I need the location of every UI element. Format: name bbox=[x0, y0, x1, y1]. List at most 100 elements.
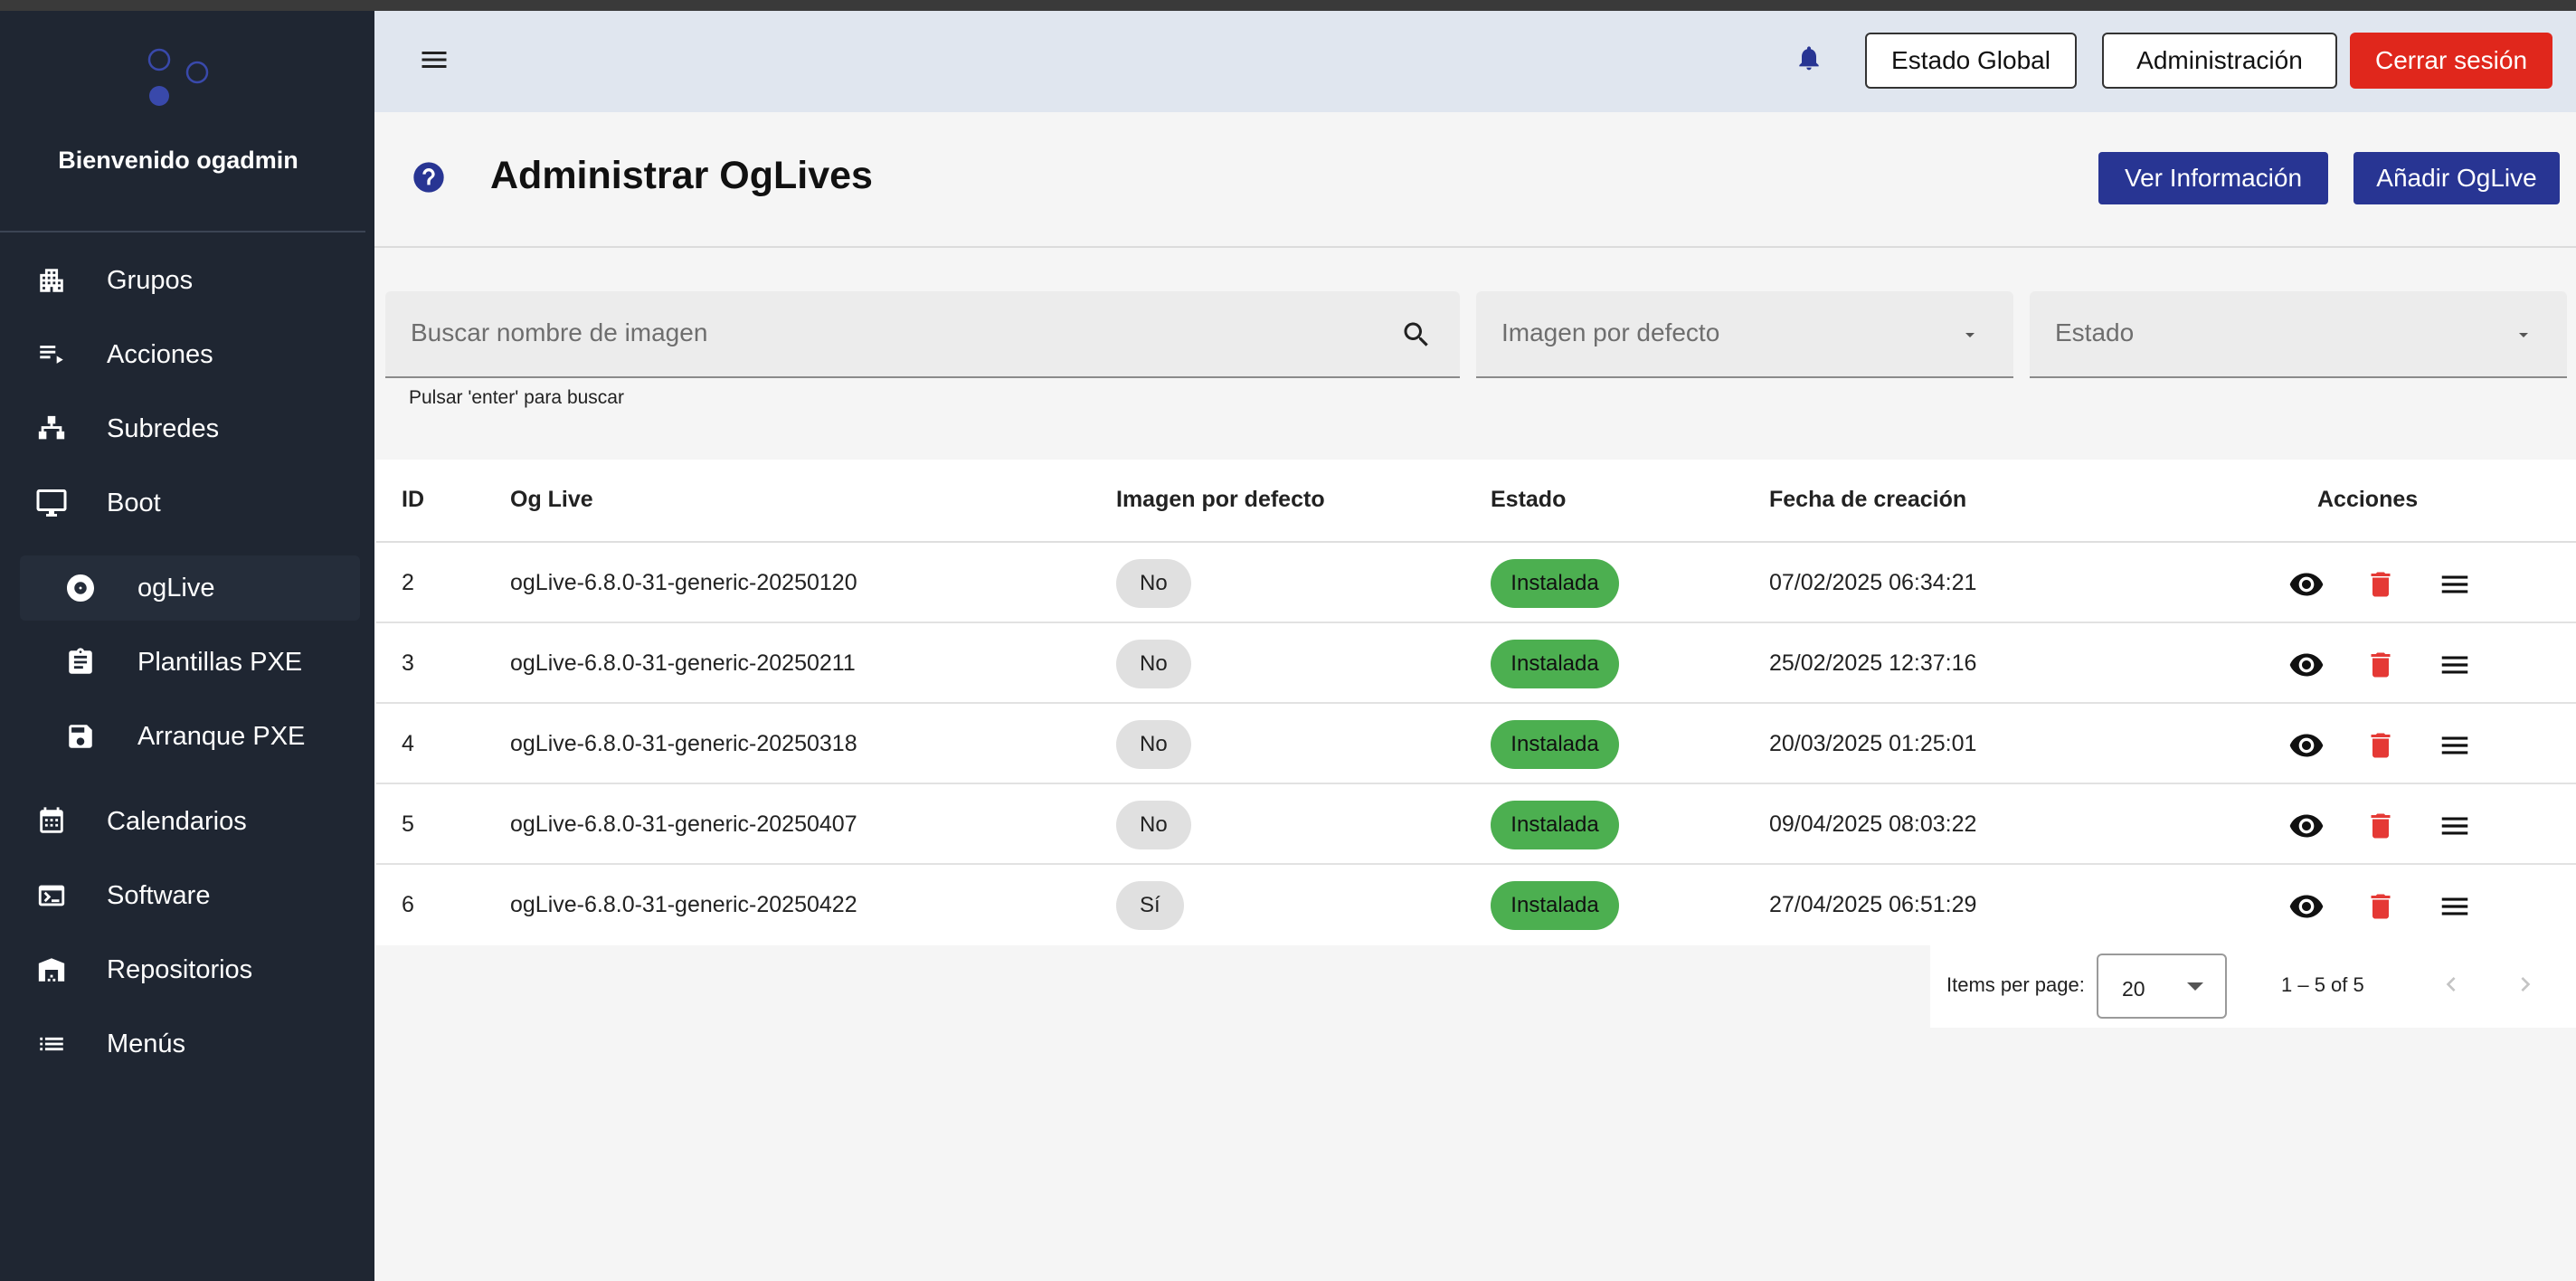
sidebar-item-label: Repositorios bbox=[107, 954, 253, 984]
sidebar-item-acciones[interactable]: Acciones bbox=[0, 322, 365, 387]
cell-created: 25/02/2025 12:37:16 bbox=[1769, 650, 1977, 676]
table-row: 3 ogLive-6.8.0-31-generic-20250211 No In… bbox=[376, 623, 2576, 704]
help-icon[interactable] bbox=[411, 159, 447, 195]
more-menu-icon[interactable] bbox=[2435, 565, 2475, 604]
view-eye-icon[interactable] bbox=[2287, 565, 2326, 604]
items-per-page-label: Items per page: bbox=[1946, 973, 2085, 996]
floppy-save-icon bbox=[63, 719, 98, 754]
sidebar-item-menus[interactable]: Menús bbox=[0, 1011, 365, 1077]
next-page-chevron-right-icon[interactable] bbox=[2505, 964, 2545, 1004]
table-row: 2 ogLive-6.8.0-31-generic-20250120 No In… bbox=[376, 543, 2576, 623]
cell-id: 3 bbox=[402, 650, 414, 676]
view-eye-icon[interactable] bbox=[2287, 645, 2326, 685]
status-badge: Instalada bbox=[1491, 640, 1619, 688]
sidebar-item-label: Menús bbox=[107, 1029, 186, 1058]
previous-page-chevron-left-icon[interactable] bbox=[2431, 964, 2471, 1004]
column-header-default-image[interactable]: Imagen por defecto bbox=[1116, 487, 1325, 513]
sidebar-item-grupos[interactable]: Grupos bbox=[0, 248, 365, 313]
sidebar-item-label: Arranque PXE bbox=[137, 721, 306, 751]
status-badge: Instalada bbox=[1491, 559, 1619, 608]
cerrar-sesion-button[interactable]: Cerrar sesión bbox=[2350, 33, 2552, 89]
status-select[interactable]: Estado bbox=[2030, 291, 2567, 378]
delete-trash-icon[interactable] bbox=[2361, 565, 2401, 604]
welcome-text: Bienvenido ogadmin bbox=[58, 147, 298, 174]
more-menu-icon[interactable] bbox=[2435, 806, 2475, 846]
sidebar-item-label: Grupos bbox=[107, 265, 194, 295]
more-menu-icon[interactable] bbox=[2435, 645, 2475, 685]
search-placeholder: Buscar nombre de imagen bbox=[411, 318, 708, 346]
column-header-actions: Acciones bbox=[2317, 487, 2419, 512]
disc-icon bbox=[63, 571, 98, 605]
column-header-id[interactable]: ID bbox=[402, 487, 424, 513]
sidebar-item-software[interactable]: Software bbox=[0, 863, 365, 928]
cell-oglive: ogLive-6.8.0-31-generic-20250120 bbox=[510, 570, 857, 595]
table-paginator: Items per page: 20 1 – 5 of 5 bbox=[1930, 941, 2576, 1028]
hamburger-menu-icon[interactable] bbox=[418, 43, 450, 76]
clipboard-icon bbox=[63, 645, 98, 679]
cell-oglive: ogLive-6.8.0-31-generic-20250407 bbox=[510, 811, 857, 837]
column-header-created[interactable]: Fecha de creación bbox=[1769, 487, 1966, 513]
cell-created: 20/03/2025 01:25:01 bbox=[1769, 731, 1977, 756]
sidebar: Bienvenido ogadmin Grupos Acciones Subre… bbox=[0, 11, 374, 1281]
sidebar-item-calendarios[interactable]: Calendarios bbox=[0, 789, 365, 854]
sidebar-item-label: Software bbox=[107, 880, 211, 910]
page-title: Administrar OgLives bbox=[490, 154, 873, 197]
default-badge: No bbox=[1116, 801, 1191, 849]
cell-oglive: ogLive-6.8.0-31-generic-20250422 bbox=[510, 892, 857, 917]
status-badge: Instalada bbox=[1491, 801, 1619, 849]
oglive-table: ID Og Live Imagen por defecto Estado Fec… bbox=[376, 460, 2576, 945]
sidebar-item-subredes[interactable]: Subredes bbox=[0, 396, 365, 461]
estado-global-button[interactable]: Estado Global bbox=[1865, 33, 2077, 89]
status-badge: Instalada bbox=[1491, 720, 1619, 769]
default-badge: Sí bbox=[1116, 881, 1184, 930]
delete-trash-icon[interactable] bbox=[2361, 806, 2401, 846]
view-eye-icon[interactable] bbox=[2287, 887, 2326, 926]
default-image-select[interactable]: Imagen por defecto bbox=[1476, 291, 2013, 378]
title-divider bbox=[374, 246, 2576, 248]
notifications-bell-icon[interactable] bbox=[1795, 43, 1831, 80]
top-header: Estado Global Administración Cerrar sesi… bbox=[374, 11, 2576, 112]
column-header-status[interactable]: Estado bbox=[1491, 487, 1566, 513]
items-per-page-select[interactable]: 20 bbox=[2097, 954, 2227, 1019]
monitor-icon bbox=[34, 486, 69, 520]
delete-trash-icon[interactable] bbox=[2361, 887, 2401, 926]
more-menu-icon[interactable] bbox=[2435, 726, 2475, 765]
administracion-button[interactable]: Administración bbox=[2102, 33, 2337, 89]
warehouse-icon bbox=[34, 953, 69, 987]
ver-informacion-button[interactable]: Ver Información bbox=[2098, 152, 2328, 204]
dropdown-arrow-icon bbox=[2505, 317, 2542, 353]
sidebar-item-oglive[interactable]: ogLive bbox=[20, 555, 360, 621]
sidebar-item-label: ogLive bbox=[137, 573, 215, 603]
sidebar-item-arranque-pxe[interactable]: Arranque PXE bbox=[0, 704, 365, 769]
view-eye-icon[interactable] bbox=[2287, 806, 2326, 846]
cell-id: 4 bbox=[402, 731, 414, 756]
dropdown-arrow-icon bbox=[2187, 982, 2203, 991]
table-row: 5 ogLive-6.8.0-31-generic-20250407 No In… bbox=[376, 784, 2576, 865]
cell-id: 6 bbox=[402, 892, 414, 917]
search-icon[interactable] bbox=[1398, 317, 1435, 353]
sidebar-item-label: Boot bbox=[107, 488, 161, 517]
sidebar-item-label: Plantillas PXE bbox=[137, 647, 303, 677]
column-header-oglive[interactable]: Og Live bbox=[510, 487, 593, 513]
default-badge: No bbox=[1116, 559, 1191, 608]
status-placeholder: Estado bbox=[2055, 318, 2135, 346]
sidebar-item-label: Subredes bbox=[107, 413, 220, 443]
sidebar-item-plantillas-pxe[interactable]: Plantillas PXE bbox=[0, 630, 365, 695]
default-image-placeholder: Imagen por defecto bbox=[1501, 318, 1720, 346]
sidebar-item-label: Acciones bbox=[107, 339, 213, 369]
search-input[interactable]: Buscar nombre de imagen bbox=[385, 291, 1460, 378]
sidebar-item-boot[interactable]: Boot bbox=[0, 470, 365, 536]
view-eye-icon[interactable] bbox=[2287, 726, 2326, 765]
groups-building-icon bbox=[34, 263, 69, 298]
delete-trash-icon[interactable] bbox=[2361, 726, 2401, 765]
dropdown-arrow-icon bbox=[1952, 317, 1988, 353]
cell-oglive: ogLive-6.8.0-31-generic-20250211 bbox=[510, 650, 856, 676]
sidebar-item-repositorios[interactable]: Repositorios bbox=[0, 937, 365, 1002]
cell-created: 27/04/2025 06:51:29 bbox=[1769, 892, 1977, 917]
terminal-icon bbox=[34, 878, 69, 913]
more-menu-icon[interactable] bbox=[2435, 887, 2475, 926]
page-range-label: 1 – 5 of 5 bbox=[2281, 973, 2364, 996]
delete-trash-icon[interactable] bbox=[2361, 645, 2401, 685]
anadir-oglive-button[interactable]: Añadir OgLive bbox=[2353, 152, 2560, 204]
sidebar-item-label: Calendarios bbox=[107, 806, 247, 836]
